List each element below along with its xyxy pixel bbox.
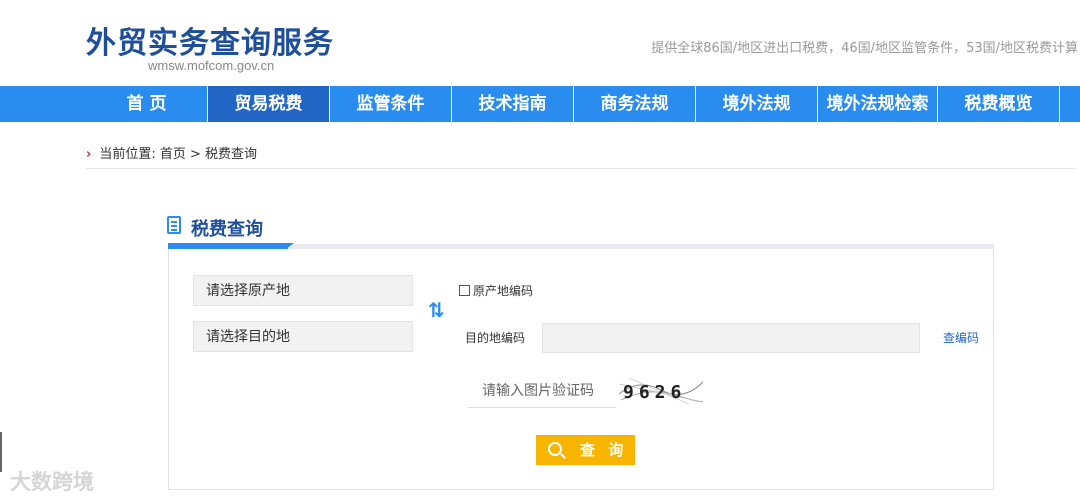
- nav-item-technical-guide[interactable]: 技术指南: [452, 86, 574, 122]
- captcha-image[interactable]: 9626: [619, 376, 703, 406]
- origin-select[interactable]: 请选择原产地: [193, 275, 413, 306]
- watermark-mark: [0, 432, 3, 472]
- query-button-label: 查 询: [580, 441, 628, 459]
- nav-item-tax-overview[interactable]: 税费概览: [938, 86, 1060, 122]
- origin-code-checkbox[interactable]: [459, 285, 470, 296]
- origin-code-checkbox-label: 原产地编码: [473, 284, 534, 298]
- nav-item-trade-tax[interactable]: 贸易税费: [208, 86, 330, 122]
- nav-item-home[interactable]: 首 页: [86, 86, 208, 122]
- search-icon: [548, 442, 562, 456]
- destination-code-label: 目的地编码: [465, 331, 526, 345]
- nav-item-foreign-law-search[interactable]: 境外法规检索: [818, 86, 938, 122]
- site-url: wmsw.mofcom.gov.cn: [148, 58, 275, 73]
- destination-code-input[interactable]: [542, 323, 920, 353]
- document-icon: [167, 216, 181, 234]
- main-nav: 首 页 贸易税费 监管条件 技术指南 商务法规 境外法规 境外法规检索 税费概览: [0, 86, 1080, 122]
- chevron-right-icon: ›: [86, 147, 92, 162]
- nav-item-commerce-law[interactable]: 商务法规: [574, 86, 696, 122]
- captcha-input[interactable]: 请输入图片验证码: [468, 375, 616, 408]
- site-tagline: 提供全球86国/地区进出口税费，46国/地区监管条件，53国/地区税费计算: [651, 41, 1078, 56]
- destination-select[interactable]: 请选择目的地: [193, 321, 413, 352]
- breadcrumb: › 当前位置: 首页 > 税费查询: [86, 143, 257, 162]
- nav-item-foreign-law[interactable]: 境外法规: [696, 86, 818, 122]
- query-button[interactable]: 查 询: [536, 435, 635, 465]
- breadcrumb-divider: [86, 168, 1076, 169]
- site-title: 外贸实务查询服务: [86, 26, 334, 61]
- swap-icon[interactable]: ⇅: [428, 299, 445, 321]
- breadcrumb-text[interactable]: 当前位置: 首页 > 税费查询: [99, 147, 257, 162]
- lookup-code-link[interactable]: 查编码: [943, 329, 979, 346]
- watermark-text: 大数跨境: [10, 470, 94, 494]
- nav-item-regulatory-conditions[interactable]: 监管条件: [330, 86, 452, 122]
- section-title: 税费查询: [191, 219, 263, 240]
- origin-code-checkbox-row[interactable]: 原产地编码: [459, 282, 533, 299]
- captcha-code: 9626: [623, 382, 686, 403]
